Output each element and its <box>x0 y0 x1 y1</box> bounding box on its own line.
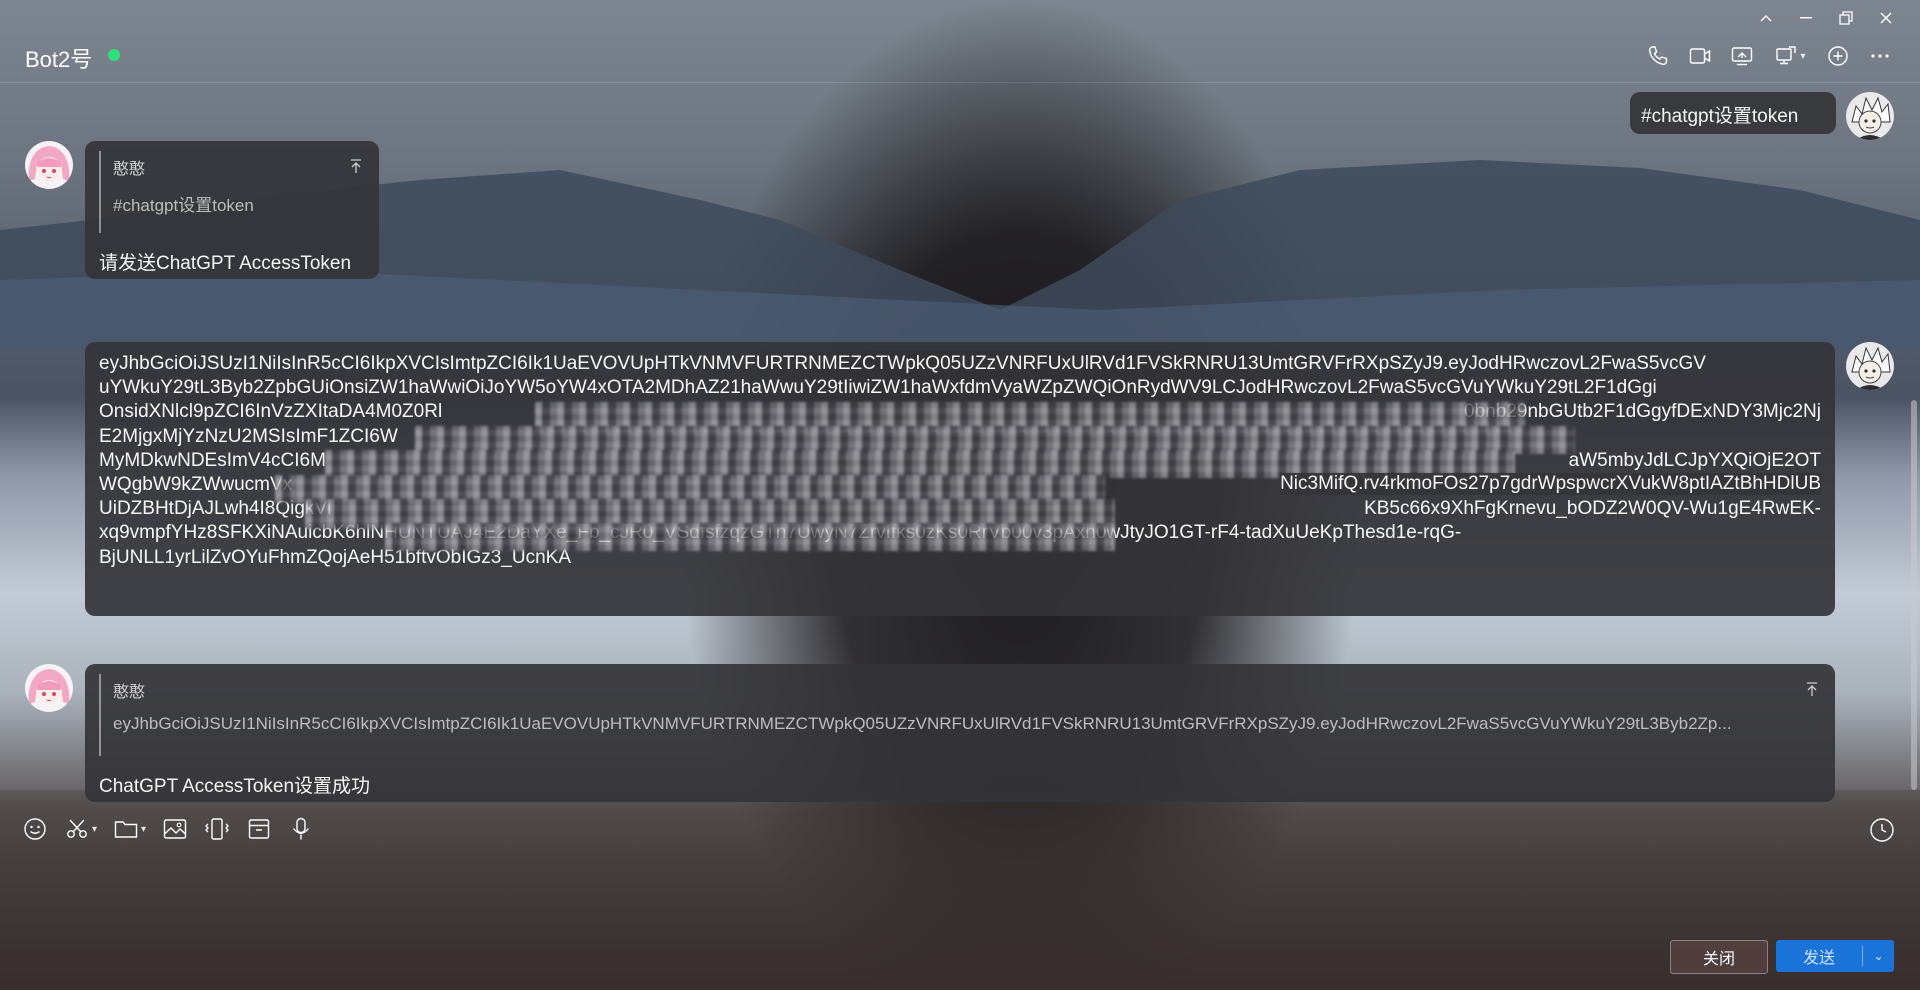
token-tail: aW5mbyJdLCJpYXQiOjE2OT <box>1568 449 1821 471</box>
send-button[interactable]: 发送 ⌄ <box>1776 940 1894 972</box>
avatar-self[interactable] <box>1846 92 1894 140</box>
online-status-dot <box>108 49 120 61</box>
phone-icon[interactable] <box>1638 38 1678 74</box>
send-button-label[interactable]: 发送 <box>1776 944 1862 968</box>
token-line: uYWkuY29tL3Byb2ZpbGUiOnsiZW1haWwiOiJoYW5… <box>99 377 1657 399</box>
avatar-bot[interactable] <box>25 141 73 189</box>
quote-sender: 憨憨 <box>113 161 146 178</box>
token-tail: KB5c66x9XhFgKrnevu_bODZ2W0QV-Wu1gE4RwEK- <box>1364 498 1821 520</box>
message-bubble[interactable]: 憨憨 eyJhbGciOiJSUzI1NiIsInR5cCI6IkpXVCIsI… <box>85 664 1835 802</box>
chat-title[interactable]: Bot2号 <box>25 42 92 74</box>
collapse-icon[interactable] <box>1746 6 1786 30</box>
token-tail: Nic3MifQ.rv4rkmoFOs27p7gdrWpspwcrXVukW8p… <box>1280 473 1821 495</box>
quoted-message[interactable]: 憨憨 eyJhbGciOiJSUzI1NiIsInR5cCI6IkpXVCIsI… <box>99 674 1821 756</box>
scissors-icon[interactable]: ▾ <box>64 812 97 846</box>
redaction-mosaic <box>385 523 1115 551</box>
screen-share-icon[interactable] <box>1722 38 1762 74</box>
message-scrollbar[interactable] <box>1911 400 1917 790</box>
token-line: MyMDkwNDEsImV4cCI6M <box>99 449 326 471</box>
emoji-icon[interactable] <box>22 812 48 846</box>
message-text: 请发送ChatGPT AccessToken <box>99 253 352 274</box>
quoted-message[interactable]: 憨憨 #chatgpt设置token <box>99 151 365 233</box>
minimize-icon[interactable] <box>1786 6 1826 30</box>
chat-header: Bot2号 ▾ <box>0 30 1920 83</box>
message-list: #chatgpt设置token 憨憨 #chatgpt设置token 请发送Ch… <box>0 84 1904 806</box>
avatar-self[interactable] <box>1846 342 1894 390</box>
jump-to-quote-icon[interactable] <box>1803 680 1821 698</box>
message-text: ChatGPT AccessToken设置成功 <box>99 776 371 797</box>
box-icon[interactable] <box>246 812 272 846</box>
header-actions: ▾ <box>1636 38 1900 74</box>
quote-text: eyJhbGciOiJSUzI1NiIsInR5cCI6IkpXVCIsImtp… <box>113 714 1732 733</box>
input-toolbar: ▾ ▾ <box>22 812 330 846</box>
add-member-icon[interactable] <box>1818 38 1858 74</box>
message-input[interactable] <box>22 860 1892 930</box>
folder-icon[interactable]: ▾ <box>113 812 146 846</box>
token-line: E2MjgxMjYzNzU2MSIsImF1ZCI6W <box>99 425 398 447</box>
video-icon[interactable] <box>1680 38 1720 74</box>
jump-to-quote-icon[interactable] <box>347 157 365 175</box>
window-controls <box>1746 6 1906 30</box>
history-icon[interactable] <box>1868 816 1896 844</box>
token-line: eyJhbGciOiJSUzI1NiIsInR5cCI6IkpXVCIsImtp… <box>99 353 1706 374</box>
avatar-bot[interactable] <box>25 664 73 712</box>
token-line: WQgbW9kZWwucmVx <box>99 474 293 496</box>
close-icon[interactable] <box>1866 6 1906 30</box>
close-button[interactable]: 关闭 <box>1670 940 1768 974</box>
message-text: #chatgpt设置token <box>1641 106 1799 127</box>
remote-control-icon[interactable]: ▾ <box>1764 38 1816 74</box>
image-icon[interactable] <box>162 812 188 846</box>
message-bubble[interactable]: eyJhbGciOiJSUzI1NiIsInR5cCI6IkpXVCIsImtp… <box>85 342 1835 616</box>
message-bubble[interactable]: #chatgpt设置token <box>1630 92 1836 134</box>
token-line: OnsidXNlcl9pZCI6InVzZXItaDA4M0Z0Rl <box>99 401 443 423</box>
quote-text: #chatgpt设置token <box>113 196 254 215</box>
vibrate-icon[interactable] <box>204 812 230 846</box>
more-icon[interactable] <box>1860 38 1900 74</box>
restore-icon[interactable] <box>1826 6 1866 30</box>
chat-window: Bot2号 ▾ #chatgpt设置token 憨憨 #chatgpt设置tok… <box>0 0 1920 990</box>
microphone-icon[interactable] <box>288 812 314 846</box>
send-options-icon[interactable]: ⌄ <box>1863 949 1894 963</box>
message-bubble[interactable]: 憨憨 #chatgpt设置token 请发送ChatGPT AccessToke… <box>85 141 379 279</box>
quote-sender: 憨憨 <box>113 684 146 701</box>
